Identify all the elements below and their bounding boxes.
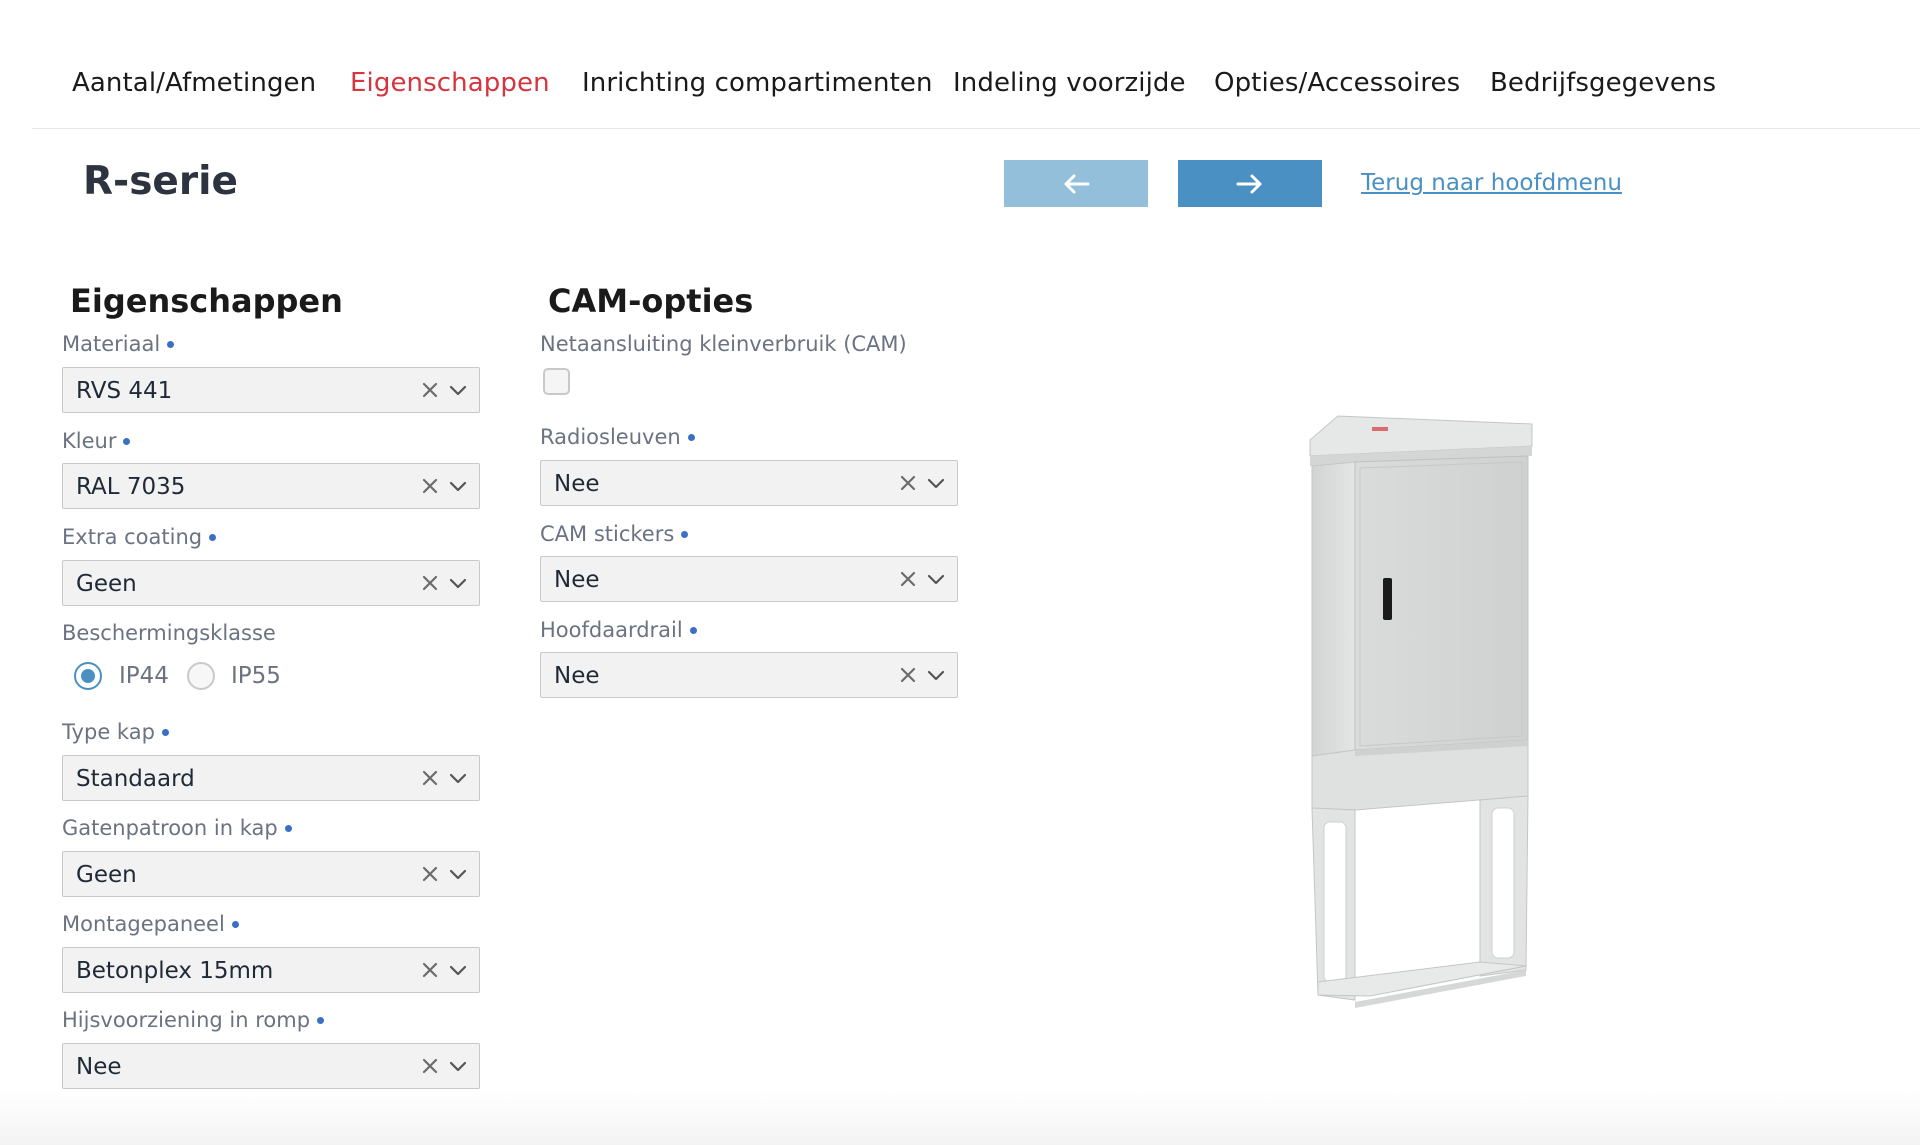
arrow-left-icon	[1064, 174, 1090, 193]
kleur-select[interactable]: RAL 7035	[62, 463, 480, 509]
required-indicator	[123, 437, 131, 445]
montagepaneel-value: Betonplex 15mm	[76, 958, 274, 984]
beschermingsklasse-label: Beschermingsklasse	[62, 621, 276, 645]
gatenpatroon-select[interactable]: Geen	[62, 851, 480, 897]
back-to-main-menu-link[interactable]: Terug naar hoofdmenu	[1361, 170, 1622, 196]
tab-bedrijfsgegevens[interactable]: Bedrijfsgegevens	[1490, 68, 1716, 98]
montagepaneel-select[interactable]: Betonplex 15mm	[62, 947, 480, 993]
ip44-label: IP44	[119, 663, 169, 689]
materiaal-value: RVS 441	[76, 378, 173, 404]
hoofdaardrail-value: Nee	[554, 663, 600, 689]
tab-inrichting-compartimenten[interactable]: Inrichting compartimenten	[582, 68, 933, 98]
clear-icon[interactable]	[421, 574, 439, 592]
chevron-down-icon[interactable]	[449, 867, 467, 881]
type-kap-select[interactable]: Standaard	[62, 755, 480, 801]
kleur-label: Kleur	[62, 429, 131, 453]
extra-coating-label: Extra coating	[62, 525, 217, 549]
required-indicator	[209, 533, 217, 541]
clear-icon[interactable]	[421, 769, 439, 787]
chevron-down-icon[interactable]	[927, 476, 945, 490]
required-indicator	[284, 824, 292, 832]
kleur-value: RAL 7035	[76, 474, 186, 500]
extra-coating-value: Geen	[76, 571, 137, 597]
clear-icon[interactable]	[899, 666, 917, 684]
netaansluiting-checkbox[interactable]	[543, 368, 570, 395]
tab-indeling-voorzijde[interactable]: Indeling voorzijde	[953, 68, 1186, 98]
materiaal-select[interactable]: RVS 441	[62, 367, 480, 413]
hijsvoorziening-value: Nee	[76, 1054, 122, 1080]
clear-icon[interactable]	[421, 961, 439, 979]
page-title: R-serie	[83, 159, 238, 204]
hoofdaardrail-label: Hoofdaardrail	[540, 618, 697, 642]
cabinet-illustration	[1309, 415, 1533, 1008]
previous-button[interactable]	[1004, 160, 1148, 207]
properties-heading: Eigenschappen	[70, 282, 343, 320]
ip44-radio[interactable]	[74, 662, 102, 690]
tab-eigenschappen[interactable]: Eigenschappen	[350, 68, 550, 98]
tab-bar: Aantal/Afmetingen Eigenschappen Inrichti…	[32, 0, 1920, 129]
materiaal-label: Materiaal	[62, 332, 175, 356]
gatenpatroon-value: Geen	[76, 862, 137, 888]
cam-stickers-value: Nee	[554, 567, 600, 593]
required-indicator	[317, 1016, 325, 1024]
clear-icon[interactable]	[421, 381, 439, 399]
radiosleuven-select[interactable]: Nee	[540, 460, 958, 506]
type-kap-label: Type kap	[62, 720, 169, 744]
clear-icon[interactable]	[899, 570, 917, 588]
cam-options-heading: CAM-opties	[548, 282, 754, 320]
cam-stickers-select[interactable]: Nee	[540, 556, 958, 602]
chevron-down-icon[interactable]	[449, 771, 467, 785]
hijsvoorziening-label: Hijsvoorziening in romp	[62, 1008, 325, 1032]
required-indicator	[231, 920, 239, 928]
required-indicator	[167, 340, 175, 348]
netaansluiting-label: Netaansluiting kleinverbruik (CAM)	[540, 332, 907, 356]
cam-stickers-label: CAM stickers	[540, 522, 689, 546]
tab-opties-accessoires[interactable]: Opties/Accessoires	[1214, 68, 1460, 98]
chevron-down-icon[interactable]	[927, 668, 945, 682]
chevron-down-icon[interactable]	[927, 572, 945, 586]
clear-icon[interactable]	[421, 1057, 439, 1075]
clear-icon[interactable]	[421, 477, 439, 495]
arrow-right-icon	[1236, 174, 1262, 193]
footer-fade	[0, 1090, 1920, 1145]
required-indicator	[687, 433, 695, 441]
radiosleuven-label: Radiosleuven	[540, 425, 695, 449]
clear-icon[interactable]	[421, 865, 439, 883]
type-kap-value: Standaard	[76, 766, 195, 792]
hijsvoorziening-select[interactable]: Nee	[62, 1043, 480, 1089]
extra-coating-select[interactable]: Geen	[62, 560, 480, 606]
required-indicator	[681, 530, 689, 538]
ip55-label: IP55	[231, 663, 281, 689]
chevron-down-icon[interactable]	[449, 963, 467, 977]
next-button[interactable]	[1178, 160, 1322, 207]
required-indicator	[161, 728, 169, 736]
gatenpatroon-label: Gatenpatroon in kap	[62, 816, 292, 840]
tab-aantal-afmetingen[interactable]: Aantal/Afmetingen	[72, 68, 316, 98]
radiosleuven-value: Nee	[554, 471, 600, 497]
chevron-down-icon[interactable]	[449, 383, 467, 397]
clear-icon[interactable]	[899, 474, 917, 492]
chevron-down-icon[interactable]	[449, 479, 467, 493]
chevron-down-icon[interactable]	[449, 1059, 467, 1073]
ip55-radio[interactable]	[187, 662, 215, 690]
required-indicator	[689, 626, 697, 634]
montagepaneel-label: Montagepaneel	[62, 912, 239, 936]
hoofdaardrail-select[interactable]: Nee	[540, 652, 958, 698]
chevron-down-icon[interactable]	[449, 576, 467, 590]
